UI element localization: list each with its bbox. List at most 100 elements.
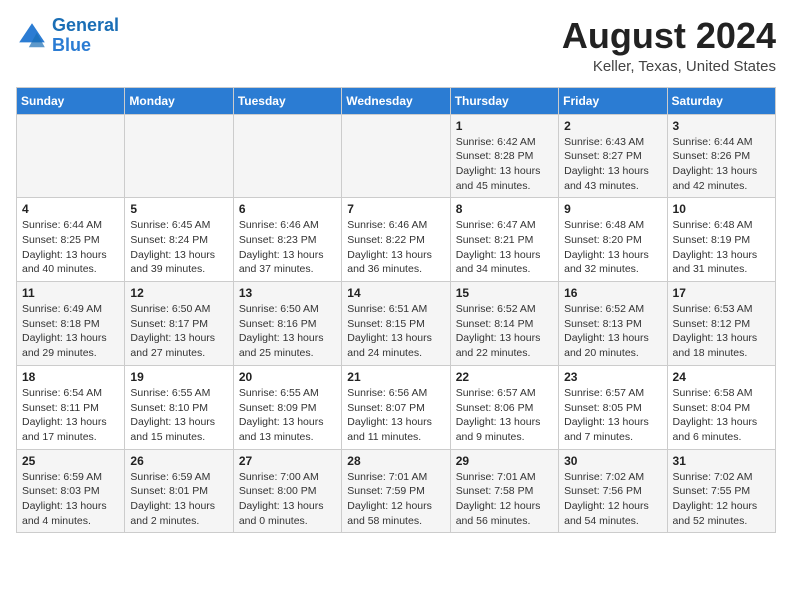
day-info: Sunrise: 6:55 AM Sunset: 8:09 PM Dayligh… [239, 386, 336, 445]
day-cell: 23 Sunrise: 6:57 AM Sunset: 8:05 PM Dayli… [559, 365, 667, 449]
day-info: Sunrise: 7:02 AM Sunset: 7:55 PM Dayligh… [673, 470, 770, 529]
day-number: 26 [130, 454, 227, 468]
day-info: Sunrise: 6:56 AM Sunset: 8:07 PM Dayligh… [347, 386, 444, 445]
day-number: 14 [347, 286, 444, 300]
day-cell: 27 Sunrise: 7:00 AM Sunset: 8:00 PM Dayli… [233, 449, 341, 533]
day-number: 28 [347, 454, 444, 468]
day-number: 5 [130, 202, 227, 216]
day-cell: 16 Sunrise: 6:52 AM Sunset: 8:13 PM Dayli… [559, 282, 667, 366]
day-cell: 5 Sunrise: 6:45 AM Sunset: 8:24 PM Daylig… [125, 198, 233, 282]
day-number: 30 [564, 454, 661, 468]
day-info: Sunrise: 6:51 AM Sunset: 8:15 PM Dayligh… [347, 302, 444, 361]
logo-icon [16, 20, 48, 52]
day-cell: 22 Sunrise: 6:57 AM Sunset: 8:06 PM Dayli… [450, 365, 558, 449]
logo-text: General Blue [52, 16, 119, 56]
day-cell: 26 Sunrise: 6:59 AM Sunset: 8:01 PM Dayli… [125, 449, 233, 533]
day-number: 10 [673, 202, 770, 216]
day-cell: 8 Sunrise: 6:47 AM Sunset: 8:21 PM Daylig… [450, 198, 558, 282]
day-number: 12 [130, 286, 227, 300]
weekday-header-monday: Monday [125, 87, 233, 114]
day-cell: 7 Sunrise: 6:46 AM Sunset: 8:22 PM Daylig… [342, 198, 450, 282]
day-cell: 4Sunrise: 6:44 AM Sunset: 8:25 PM Daylig… [17, 198, 125, 282]
day-info: Sunrise: 6:57 AM Sunset: 8:06 PM Dayligh… [456, 386, 553, 445]
day-cell [233, 114, 341, 198]
day-cell: 19 Sunrise: 6:55 AM Sunset: 8:10 PM Dayli… [125, 365, 233, 449]
day-number: 15 [456, 286, 553, 300]
title-area: August 2024 Keller, Texas, United States [562, 16, 776, 75]
day-info: Sunrise: 6:50 AM Sunset: 8:17 PM Dayligh… [130, 302, 227, 361]
day-number: 21 [347, 370, 444, 384]
day-cell: 6 Sunrise: 6:46 AM Sunset: 8:23 PM Daylig… [233, 198, 341, 282]
day-info: Sunrise: 7:02 AM Sunset: 7:56 PM Dayligh… [564, 470, 661, 529]
day-info: Sunrise: 6:47 AM Sunset: 8:21 PM Dayligh… [456, 218, 553, 277]
logo: General Blue [16, 16, 119, 56]
day-info: Sunrise: 7:01 AM Sunset: 7:58 PM Dayligh… [456, 470, 553, 529]
day-number: 27 [239, 454, 336, 468]
day-cell: 24Sunrise: 6:58 AM Sunset: 8:04 PM Dayli… [667, 365, 775, 449]
day-info: Sunrise: 6:53 AM Sunset: 8:12 PM Dayligh… [673, 302, 770, 361]
day-number: 23 [564, 370, 661, 384]
day-info: Sunrise: 6:48 AM Sunset: 8:20 PM Dayligh… [564, 218, 661, 277]
day-info: Sunrise: 6:46 AM Sunset: 8:22 PM Dayligh… [347, 218, 444, 277]
week-row-2: 4Sunrise: 6:44 AM Sunset: 8:25 PM Daylig… [17, 198, 776, 282]
day-number: 13 [239, 286, 336, 300]
day-cell: 3Sunrise: 6:44 AM Sunset: 8:26 PM Daylig… [667, 114, 775, 198]
weekday-header-row: SundayMondayTuesdayWednesdayThursdayFrid… [17, 87, 776, 114]
day-info: Sunrise: 6:58 AM Sunset: 8:04 PM Dayligh… [673, 386, 770, 445]
day-cell: 30 Sunrise: 7:02 AM Sunset: 7:56 PM Dayli… [559, 449, 667, 533]
day-cell: 9 Sunrise: 6:48 AM Sunset: 8:20 PM Daylig… [559, 198, 667, 282]
day-info: Sunrise: 6:52 AM Sunset: 8:13 PM Dayligh… [564, 302, 661, 361]
day-cell [342, 114, 450, 198]
day-cell: 28 Sunrise: 7:01 AM Sunset: 7:59 PM Dayli… [342, 449, 450, 533]
day-info: Sunrise: 6:52 AM Sunset: 8:14 PM Dayligh… [456, 302, 553, 361]
day-info: Sunrise: 7:00 AM Sunset: 8:00 PM Dayligh… [239, 470, 336, 529]
day-cell: 14 Sunrise: 6:51 AM Sunset: 8:15 PM Dayli… [342, 282, 450, 366]
header: General Blue August 2024 Keller, Texas, … [16, 16, 776, 75]
day-cell: 17Sunrise: 6:53 AM Sunset: 8:12 PM Dayli… [667, 282, 775, 366]
day-number: 31 [673, 454, 770, 468]
day-number: 18 [22, 370, 119, 384]
day-info: Sunrise: 6:59 AM Sunset: 8:01 PM Dayligh… [130, 470, 227, 529]
day-number: 3 [673, 119, 770, 133]
day-number: 9 [564, 202, 661, 216]
weekday-header-friday: Friday [559, 87, 667, 114]
day-number: 25 [22, 454, 119, 468]
day-number: 1 [456, 119, 553, 133]
calendar-table: SundayMondayTuesdayWednesdayThursdayFrid… [16, 87, 776, 534]
day-number: 22 [456, 370, 553, 384]
day-cell: 29Sunrise: 7:01 AM Sunset: 7:58 PM Dayli… [450, 449, 558, 533]
day-info: Sunrise: 7:01 AM Sunset: 7:59 PM Dayligh… [347, 470, 444, 529]
day-number: 8 [456, 202, 553, 216]
day-cell: 15 Sunrise: 6:52 AM Sunset: 8:14 PM Dayli… [450, 282, 558, 366]
day-info: Sunrise: 6:55 AM Sunset: 8:10 PM Dayligh… [130, 386, 227, 445]
day-info: Sunrise: 6:46 AM Sunset: 8:23 PM Dayligh… [239, 218, 336, 277]
day-number: 19 [130, 370, 227, 384]
weekday-header-sunday: Sunday [17, 87, 125, 114]
month-year: August 2024 [562, 16, 776, 56]
day-cell: 21 Sunrise: 6:56 AM Sunset: 8:07 PM Dayli… [342, 365, 450, 449]
day-number: 16 [564, 286, 661, 300]
day-cell [17, 114, 125, 198]
logo-line1: General [52, 15, 119, 35]
day-cell: 18 Sunrise: 6:54 AM Sunset: 8:11 PM Dayli… [17, 365, 125, 449]
day-number: 4 [22, 202, 119, 216]
day-info: Sunrise: 6:57 AM Sunset: 8:05 PM Dayligh… [564, 386, 661, 445]
day-cell: 25 Sunrise: 6:59 AM Sunset: 8:03 PM Dayli… [17, 449, 125, 533]
day-info: Sunrise: 6:45 AM Sunset: 8:24 PM Dayligh… [130, 218, 227, 277]
day-cell: 13 Sunrise: 6:50 AM Sunset: 8:16 PM Dayli… [233, 282, 341, 366]
weekday-header-saturday: Saturday [667, 87, 775, 114]
day-number: 2 [564, 119, 661, 133]
day-number: 11 [22, 286, 119, 300]
day-info: Sunrise: 6:54 AM Sunset: 8:11 PM Dayligh… [22, 386, 119, 445]
day-cell: 1Sunrise: 6:42 AM Sunset: 8:28 PM Daylig… [450, 114, 558, 198]
day-number: 6 [239, 202, 336, 216]
day-number: 20 [239, 370, 336, 384]
day-info: Sunrise: 6:43 AM Sunset: 8:27 PM Dayligh… [564, 135, 661, 194]
day-number: 7 [347, 202, 444, 216]
day-info: Sunrise: 6:50 AM Sunset: 8:16 PM Dayligh… [239, 302, 336, 361]
day-cell [125, 114, 233, 198]
week-row-5: 25 Sunrise: 6:59 AM Sunset: 8:03 PM Dayli… [17, 449, 776, 533]
day-info: Sunrise: 6:59 AM Sunset: 8:03 PM Dayligh… [22, 470, 119, 529]
day-info: Sunrise: 6:48 AM Sunset: 8:19 PM Dayligh… [673, 218, 770, 277]
weekday-header-wednesday: Wednesday [342, 87, 450, 114]
